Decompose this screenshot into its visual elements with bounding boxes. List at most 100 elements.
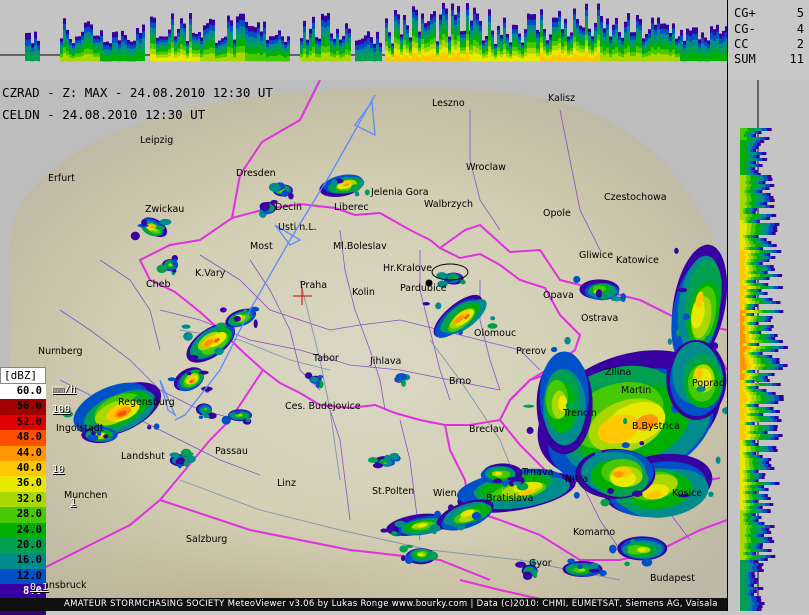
city-label: Poprad [692, 378, 725, 389]
echo-column [701, 53, 704, 62]
echo-column [427, 55, 430, 62]
echo-column [555, 54, 558, 62]
echo-row [740, 205, 747, 208]
echo-column [491, 56, 494, 62]
echo-cell [422, 302, 430, 306]
echo-column [159, 57, 162, 62]
echo-row [740, 587, 748, 590]
echo-column [75, 56, 78, 62]
rain-mark-0.1: 0.1 [30, 582, 49, 593]
city-label: Praha [300, 280, 328, 291]
echo-cell [573, 275, 581, 284]
echo-row [740, 522, 745, 525]
city-label: Dresden [236, 168, 276, 179]
echo-column [409, 58, 412, 62]
echo-cell [512, 481, 522, 486]
city-label: Trnava [522, 467, 554, 478]
echo-row [740, 473, 745, 476]
echo-column [385, 55, 388, 62]
echo-cell [708, 491, 714, 498]
echo-cell [590, 562, 599, 569]
echo-column [109, 56, 112, 62]
echo-row [740, 322, 743, 325]
echo-column [530, 53, 533, 62]
echo-row [740, 241, 746, 244]
echo-column [37, 54, 40, 62]
echo-column [686, 52, 689, 62]
echo-column [227, 52, 230, 62]
echo-row [740, 146, 746, 149]
echo-row [740, 229, 747, 232]
echo-row [740, 560, 746, 563]
echo-row [740, 392, 746, 395]
echo-column [272, 56, 275, 62]
echo-column [391, 59, 394, 62]
echo-column [719, 54, 722, 62]
echo-row [740, 431, 745, 434]
echo-row [740, 534, 745, 537]
echo-cell [130, 231, 140, 241]
echo-column [153, 54, 156, 62]
echo-cell [435, 302, 442, 310]
echo-column [186, 58, 189, 62]
echo-cell [453, 524, 464, 528]
city-label: Wroclaw [466, 162, 506, 173]
echo-row [740, 131, 745, 134]
echo-column [666, 54, 669, 62]
city-label: Kalisz [548, 93, 576, 104]
echo-row [740, 355, 745, 358]
echo-row [740, 193, 747, 196]
echo-row [740, 590, 746, 593]
echo-column [324, 52, 327, 62]
echo-column [318, 57, 321, 62]
echo-row [740, 271, 745, 274]
echo-cell [234, 410, 241, 415]
echo-row [740, 143, 746, 146]
echo-cell [394, 520, 407, 528]
echo-column [72, 58, 75, 62]
echo-column [651, 53, 654, 62]
echo-column [579, 56, 582, 62]
legend-title: [dBZ] [0, 367, 46, 384]
city-label: Martin [621, 385, 652, 396]
echo-row [740, 283, 745, 286]
echo-row [740, 380, 743, 383]
echo-cell [253, 319, 258, 329]
echo-column [543, 56, 546, 62]
echo-column [100, 53, 103, 62]
echo-row [740, 175, 747, 178]
echo-row [740, 531, 747, 534]
echo-cell [233, 315, 241, 322]
echo-column [358, 54, 361, 62]
echo-row [740, 552, 744, 555]
city-label: Trencin [563, 408, 597, 419]
echo-row [740, 226, 747, 229]
echo-column [118, 56, 121, 62]
echo-column [606, 53, 609, 62]
echo-column [93, 56, 96, 62]
echo-column [180, 54, 183, 62]
echo-column [174, 57, 177, 62]
echo-cell [641, 558, 653, 567]
city-label: Gliwice [579, 250, 614, 261]
echo-column [136, 52, 139, 62]
echo-column [485, 57, 488, 62]
echo-row [740, 340, 747, 343]
echo-column [509, 58, 512, 62]
echo-row [740, 196, 747, 199]
echo-row [740, 434, 747, 437]
echo-row [740, 292, 745, 295]
echo-column [66, 55, 69, 62]
echo-column [500, 57, 503, 62]
echo-row [740, 259, 745, 262]
echo-row [740, 250, 747, 253]
echo-column [300, 57, 303, 62]
radar-map[interactable] [0, 80, 727, 599]
echo-row [740, 349, 746, 352]
echo-cell [183, 460, 189, 467]
echo-row [740, 491, 743, 494]
city-label: Opava [543, 290, 574, 301]
echo-cell [667, 338, 673, 345]
echo-column [168, 56, 171, 62]
echo-column [312, 52, 315, 62]
